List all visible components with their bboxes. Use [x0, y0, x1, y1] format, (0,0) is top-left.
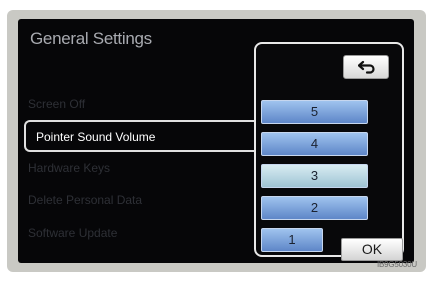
- menu-item-screen-off[interactable]: Screen Off: [28, 97, 85, 111]
- volume-option-5[interactable]: 5: [261, 100, 368, 124]
- ok-button[interactable]: OK: [341, 238, 403, 261]
- back-button[interactable]: [343, 55, 389, 79]
- page-title: General Settings: [30, 29, 152, 48]
- settings-screen: General Settings Screen Off Pointer Soun…: [18, 19, 414, 263]
- volume-option-1[interactable]: 1: [261, 228, 323, 252]
- menu-item-label: Pointer Sound Volume: [36, 130, 156, 144]
- volume-option-3[interactable]: 3: [261, 164, 368, 188]
- volume-option-2[interactable]: 2: [261, 196, 368, 220]
- menu-item-delete-personal-data[interactable]: Delete Personal Data: [28, 193, 142, 207]
- volume-option-4[interactable]: 4: [261, 132, 368, 156]
- menu-item-hardware-keys[interactable]: Hardware Keys: [28, 161, 110, 175]
- image-code: IB9G5030U: [376, 260, 417, 269]
- menu-item-software-update[interactable]: Software Update: [28, 226, 117, 240]
- back-arrow-icon: [358, 60, 375, 74]
- volume-popup: 5 4 3 2 1: [254, 42, 404, 257]
- display-bezel: General Settings Screen Off Pointer Soun…: [7, 10, 426, 272]
- menu-item-pointer-sound-volume[interactable]: Pointer Sound Volume: [24, 120, 254, 152]
